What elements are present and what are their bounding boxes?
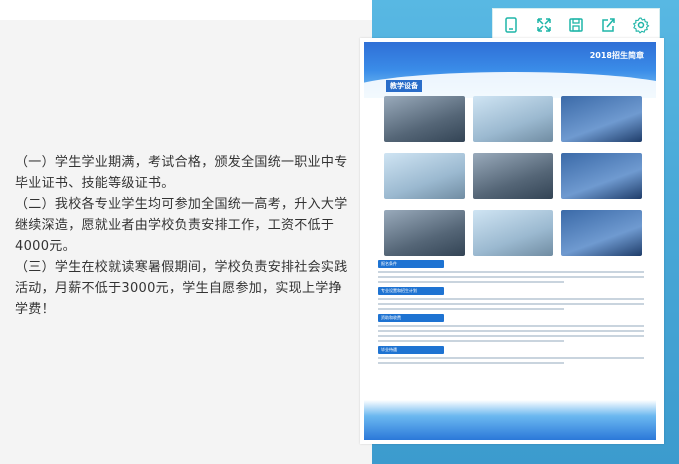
save-button[interactable] xyxy=(564,13,588,37)
poster-bar: 毕业待遇 xyxy=(378,346,444,354)
photo-item xyxy=(561,96,642,147)
paragraph-2: （二）我校各专业学生均可参加全国统一高考，升入大学继续深造，愿就业者由学校负责安… xyxy=(15,197,348,254)
paragraph-1: （一）学生学业期满，考试合格，颁发全国统一职业中专毕业证书、技能等级证书。 xyxy=(15,155,348,191)
paragraph-3: （三）学生在校就读寒暑假期间，学校负责安排社会实践活动，月薪不低于3000元，学… xyxy=(15,260,348,317)
expand-icon xyxy=(536,18,551,32)
fullscreen-button[interactable] xyxy=(532,13,556,37)
gear-icon xyxy=(632,17,650,34)
photo-item xyxy=(561,153,642,204)
photo-item xyxy=(561,210,642,261)
poster-header: 2018招生简章 教学设备 xyxy=(364,42,656,112)
photo-item xyxy=(472,153,554,204)
photo-item xyxy=(384,96,465,147)
poster-bar: 资助和收费 xyxy=(378,314,444,322)
article-text: （一）学生学业期满，考试合格，颁发全国统一职业中专毕业证书、技能等级证书。 （二… xyxy=(15,152,355,320)
phone-preview-button[interactable] xyxy=(499,13,523,37)
photo-item xyxy=(384,153,465,204)
poster-card[interactable]: 2018招生简章 教学设备 报名条件 专业设置和招生计划 资助和收费 毕业待遇 xyxy=(360,38,664,444)
poster-bar: 报名条件 xyxy=(378,260,444,268)
share-button[interactable] xyxy=(596,13,620,37)
share-icon xyxy=(602,18,616,32)
poster-info: 报名条件 专业设置和招生计划 资助和收费 毕业待遇 xyxy=(378,256,644,367)
photo-item xyxy=(472,210,554,261)
poster-footer xyxy=(364,400,656,440)
photo-item xyxy=(384,210,465,261)
settings-button[interactable] xyxy=(629,13,653,37)
image-toolbar xyxy=(492,8,660,42)
recruitment-poster: 2018招生简章 教学设备 报名条件 专业设置和招生计划 资助和收费 毕业待遇 xyxy=(364,42,656,440)
poster-section-label: 教学设备 xyxy=(386,80,422,92)
poster-bar: 专业设置和招生计划 xyxy=(378,287,444,295)
equipment-photo-grid xyxy=(384,96,642,261)
poster-title: 2018招生简章 xyxy=(589,51,644,60)
phone-icon xyxy=(505,17,517,33)
save-icon xyxy=(569,18,583,32)
photo-item xyxy=(472,96,554,147)
